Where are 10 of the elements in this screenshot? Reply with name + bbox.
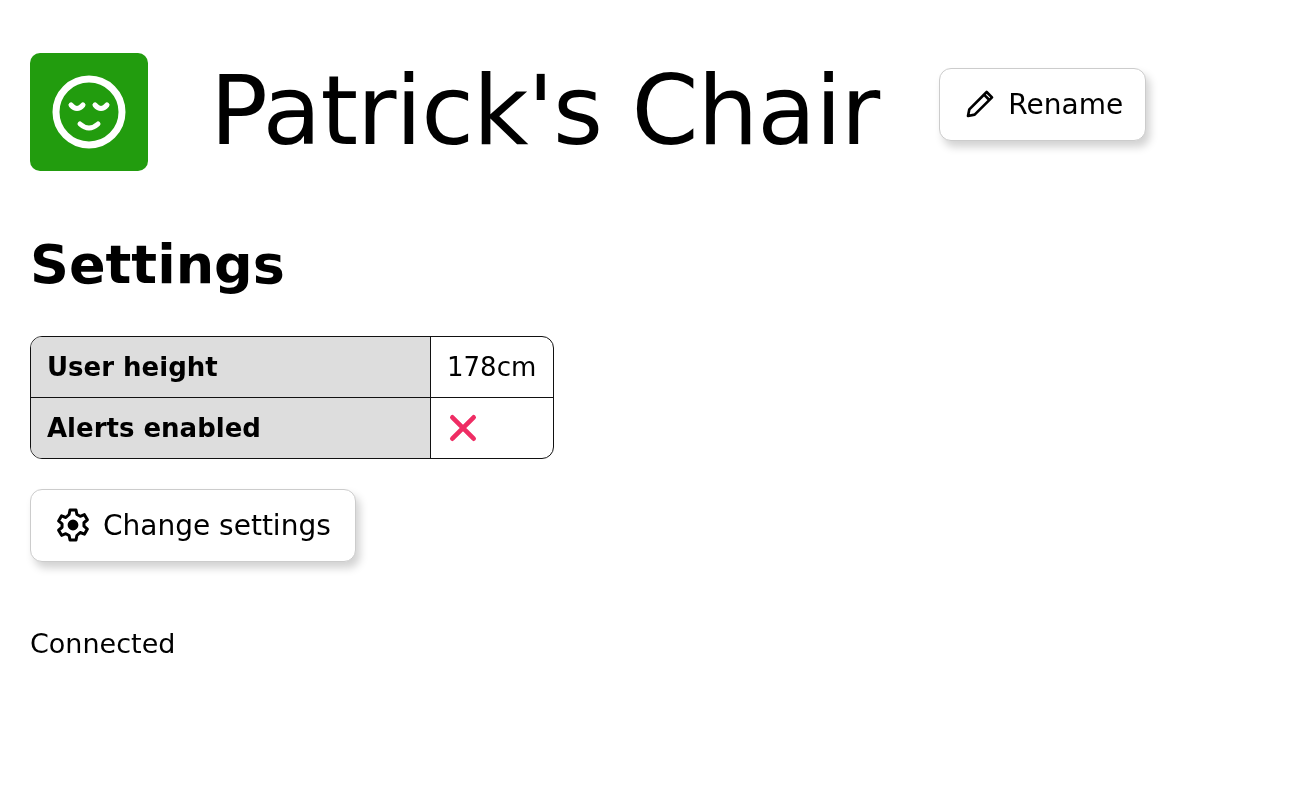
change-settings-button[interactable]: Change settings	[30, 488, 356, 562]
row-label: Alerts enabled	[31, 397, 431, 458]
settings-icon	[55, 507, 91, 544]
rename-button[interactable]: Rename	[939, 67, 1147, 141]
section-heading: Settings	[30, 233, 286, 298]
page-title: Patrick's Chair	[210, 54, 880, 170]
sleeping-face-icon	[30, 53, 148, 171]
connection-status: Connected	[30, 627, 177, 659]
row-label: User height	[31, 336, 431, 398]
value-text: 178cm	[447, 351, 537, 382]
